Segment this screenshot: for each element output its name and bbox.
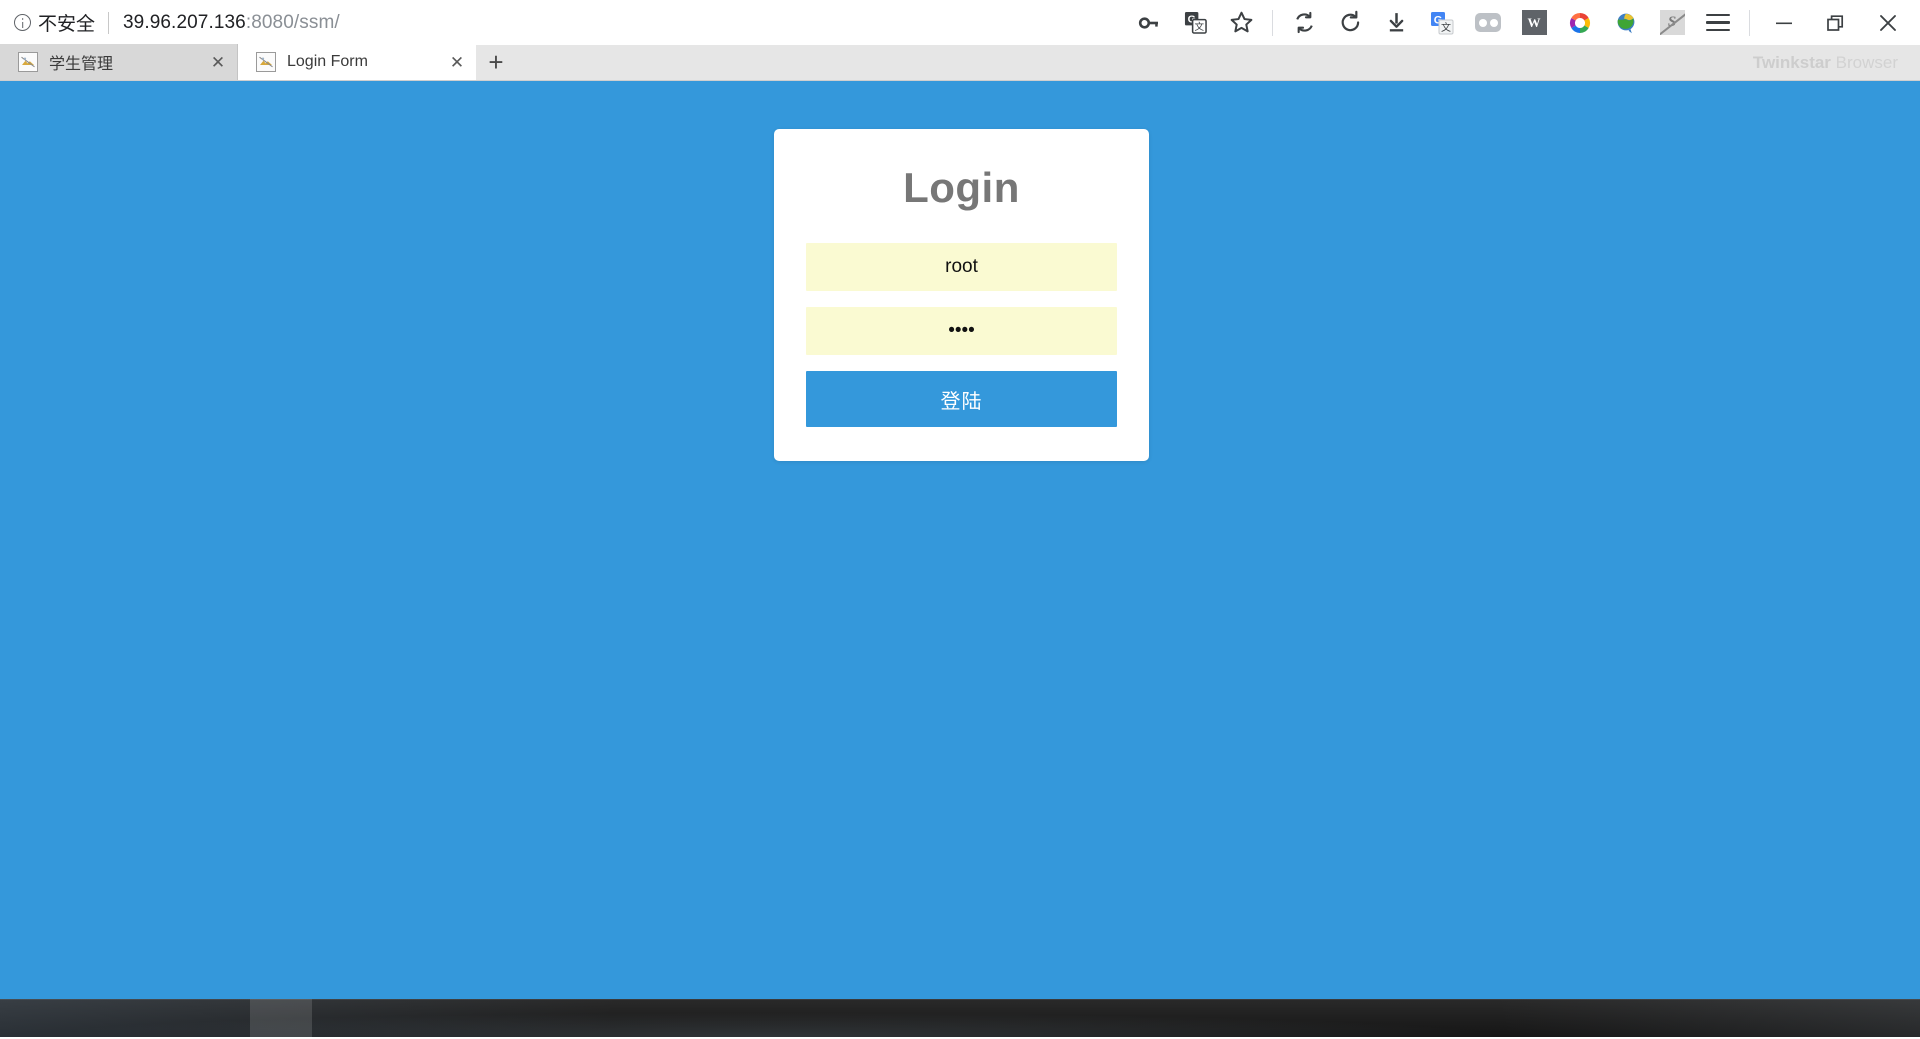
address-toolbar-row: 不安全 39.96.207.136:8080/ssm/ G 文 G 文 W S — [0, 0, 1920, 45]
tab-title: 学生管理 — [49, 56, 114, 73]
sync-icon[interactable] — [1281, 4, 1327, 42]
reload-icon-svg — [1341, 10, 1359, 32]
google-translate-extension-icon[interactable]: G 文 — [1419, 4, 1465, 42]
password-input[interactable] — [806, 307, 1117, 355]
google-translate-extension-icon-svg: G 文 — [1431, 11, 1454, 34]
address-divider — [108, 11, 110, 34]
broken-image-glyph — [21, 56, 35, 68]
svg-text:文: 文 — [1194, 21, 1204, 33]
translate-icon-svg: G 文 — [1184, 11, 1207, 34]
translate-icon[interactable]: G 文 — [1172, 4, 1218, 42]
login-submit-button[interactable]: 登陆 — [806, 371, 1117, 427]
minimize-button[interactable] — [1758, 3, 1810, 43]
password-key-icon-svg — [1138, 16, 1158, 29]
username-input[interactable] — [806, 243, 1117, 291]
color-ring-extension-icon[interactable] — [1557, 4, 1603, 42]
close-button[interactable] — [1862, 3, 1914, 43]
new-tab-button[interactable]: + — [476, 44, 516, 80]
browser-chrome: 不安全 39.96.207.136:8080/ssm/ G 文 G 文 W S … — [0, 0, 1920, 81]
bookmark-star-icon[interactable] — [1218, 4, 1264, 42]
word-extension-badge: W — [1521, 10, 1547, 35]
sync-icon-svg — [1295, 11, 1313, 34]
download-icon[interactable] — [1373, 4, 1419, 42]
bookmark-star-icon-svg — [1230, 11, 1252, 33]
screenshot-extension-badge: S — [1659, 10, 1685, 35]
tab-title: Login Form — [287, 53, 368, 70]
idm-globe-extension-icon-svg — [1617, 13, 1635, 33]
url-path: /ssm/ — [293, 11, 340, 33]
security-label: 不安全 — [38, 14, 96, 35]
tab-close-button[interactable]: ✕ — [207, 51, 229, 73]
maximize-button[interactable] — [1810, 3, 1862, 43]
reader-glasses-icon[interactable] — [1465, 4, 1511, 42]
svg-text:文: 文 — [1441, 21, 1451, 34]
tab-student-management[interactable]: 学生管理 ✕ — [0, 44, 238, 80]
url-port: :8080 — [245, 11, 294, 33]
brand-name-bold: Twinkstar — [1752, 53, 1831, 72]
broken-image-favicon-icon — [18, 52, 38, 72]
taskbar-active-window-segment[interactable] — [250, 999, 312, 1037]
os-taskbar — [0, 999, 1920, 1037]
password-key-icon[interactable] — [1126, 4, 1172, 42]
toolbar-separator — [1272, 9, 1273, 36]
menu-icon[interactable] — [1695, 4, 1741, 42]
word-extension-icon[interactable]: W — [1511, 4, 1557, 42]
url-host: 39.96.207.136 — [123, 11, 246, 33]
page-viewport: Login 登陆 — [0, 81, 1920, 1037]
tab-login-form[interactable]: Login Form ✕ — [238, 44, 476, 80]
window-controls-separator — [1749, 9, 1750, 36]
url-display[interactable]: 39.96.207.136:8080/ssm/ — [123, 12, 340, 34]
restore-window-icon — [1827, 14, 1844, 31]
idm-globe-extension-icon[interactable] — [1603, 4, 1649, 42]
menu-icon-bars — [1706, 14, 1730, 31]
brand-name-light: Browser — [1830, 53, 1898, 72]
broken-image-glyph — [259, 56, 273, 68]
reload-icon[interactable] — [1327, 4, 1373, 42]
tab-close-button[interactable]: ✕ — [446, 51, 468, 73]
tab-strip: 学生管理 ✕ Login Form ✕ + Twinkstar Browser — [0, 44, 1920, 81]
broken-image-favicon-icon — [256, 52, 276, 72]
info-circle-icon — [14, 14, 31, 31]
page-title: Login — [903, 164, 1020, 211]
minimize-icon — [1776, 22, 1792, 24]
login-card: Login 登陆 — [774, 129, 1149, 461]
close-icon — [1880, 14, 1896, 31]
color-ring-extension-icon-svg — [1570, 12, 1590, 33]
browser-brand-watermark: Twinkstar Browser — [1753, 53, 1898, 73]
reader-glasses-shape — [1475, 13, 1501, 32]
toolbar-icons: G 文 G 文 W S — [1126, 3, 1914, 43]
site-security-indicator[interactable]: 不安全 — [10, 9, 95, 36]
download-icon-svg — [1389, 13, 1403, 32]
screenshot-extension-icon[interactable]: S — [1649, 4, 1695, 42]
